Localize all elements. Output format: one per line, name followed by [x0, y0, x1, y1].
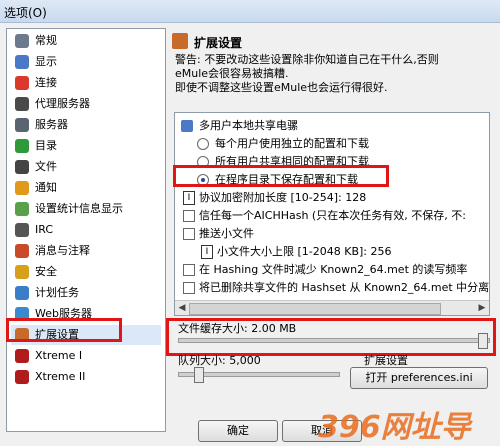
scroll-thumb[interactable]: [189, 303, 441, 315]
extension-icon: [172, 33, 188, 49]
sidebar-item-connection[interactable]: 连接: [11, 73, 161, 93]
ok-button[interactable]: 确定: [198, 420, 278, 442]
option-label: 协议加密附加长度 [10-254]: 128: [199, 191, 367, 204]
horizontal-scrollbar[interactable]: ◀ ▶: [175, 300, 489, 315]
scroll-right-icon[interactable]: ▶: [476, 302, 488, 314]
proxy-icon: [15, 97, 29, 111]
radio-label: 每个用户使用独立的配置和下载: [215, 137, 369, 150]
sidebar-item-security[interactable]: 安全: [11, 262, 161, 282]
sidebar-item-statistics[interactable]: 设置统计信息显示: [11, 199, 161, 219]
sidebar-item-directories[interactable]: 目录: [11, 136, 161, 156]
warning-text: 警告: 不要改动这些设置除非你知道自己在干什么,否则 eMule会很容易被搞糟.…: [175, 53, 495, 95]
sidebar-item-label: Xtreme I: [35, 349, 83, 362]
sidebar-item-label: 代理服务器: [35, 97, 90, 110]
sidebar-item-xtreme-1[interactable]: Xtreme I: [11, 346, 161, 366]
value-icon: I: [201, 245, 213, 259]
options-sidebar: 常规 显示 连接 代理服务器 服务器 目录 文件 通知 设置统计信息显示 IRC…: [6, 28, 166, 432]
sidebar-item-label: Xtreme II: [35, 370, 86, 383]
clock-icon: [15, 286, 29, 300]
extended-settings-label: 扩展设置: [364, 354, 408, 367]
highlight-box-sidebar: [6, 318, 122, 342]
sidebar-item-label: 设置统计信息显示: [35, 202, 123, 215]
sidebar-item-label: 目录: [35, 139, 57, 152]
queue-size-label: 队列大小: 5,000: [178, 354, 261, 367]
users-icon: [181, 120, 193, 132]
value-icon: I: [183, 191, 195, 205]
sidebar-item-label: 消息与注释: [35, 244, 90, 257]
option-label: 信任每一个AICHHash (只在本次任务有效, 不保存, 不:: [199, 209, 466, 222]
sidebar-item-messages[interactable]: 消息与注释: [11, 241, 161, 261]
sidebar-item-notifications[interactable]: 通知: [11, 178, 161, 198]
wrench-icon: [15, 34, 29, 48]
window-title: 选项(O): [4, 6, 47, 20]
checkbox[interactable]: [183, 264, 195, 276]
radio-button[interactable]: [197, 138, 209, 150]
checkbox[interactable]: [183, 228, 195, 240]
open-preferences-button[interactable]: 打开 preferences.ini: [350, 367, 488, 389]
sidebar-item-label: 通知: [35, 181, 57, 194]
checkbox[interactable]: [183, 282, 195, 294]
sidebar-item-label: 文件: [35, 160, 57, 173]
server-icon: [15, 118, 29, 132]
sidebar-item-server[interactable]: 服务器: [11, 115, 161, 135]
sidebar-item-irc[interactable]: IRC: [11, 220, 161, 240]
highlight-box-radio: [173, 165, 389, 187]
sidebar-item-proxy[interactable]: 代理服务器: [11, 94, 161, 114]
sidebar-item-general[interactable]: 常规: [11, 31, 161, 51]
sidebar-item-label: 安全: [35, 265, 57, 278]
queue-size-slider-thumb[interactable]: [194, 367, 204, 383]
sidebar-item-label: 连接: [35, 76, 57, 89]
sidebar-item-label: 服务器: [35, 118, 68, 131]
irc-icon: [15, 223, 29, 237]
xtreme-icon: [15, 349, 29, 363]
warning-line: 警告: 不要改动这些设置除非你知道自己在干什么,否则: [175, 53, 439, 66]
option-label: 推送小文件: [199, 227, 254, 240]
option-label: 在 Hashing 文件时减少 Known2_64.met 的读写频率: [199, 263, 468, 276]
highlight-box-buffer: [166, 318, 496, 356]
sidebar-item-label: IRC: [35, 223, 54, 236]
sidebar-item-files[interactable]: 文件: [11, 157, 161, 177]
sidebar-item-xtreme-2[interactable]: Xtreme II: [11, 367, 161, 387]
message-icon: [15, 244, 29, 258]
panel-header: 扩展设置: [172, 33, 492, 50]
monitor-icon: [15, 55, 29, 69]
warning-line: 即使不调整这些设置eMule也会运行得很好.: [175, 81, 388, 94]
group-label: 多用户本地共享电骡: [199, 119, 298, 132]
option-label: 将已删除共享文件的 Hashset 从 Known2_64.met 中分离: [199, 281, 490, 294]
sidebar-item-display[interactable]: 显示: [11, 52, 161, 72]
sidebar-item-scheduler[interactable]: 计划任务: [11, 283, 161, 303]
file-icon: [15, 160, 29, 174]
lock-icon: [15, 265, 29, 279]
sidebar-item-label: 计划任务: [35, 286, 79, 299]
watermark-logo: 396网址导: [318, 410, 471, 445]
option-label: 小文件大小上限 [1-2048 KB]: 256: [217, 245, 392, 258]
connection-icon: [15, 76, 29, 90]
panel-title: 扩展设置: [194, 36, 243, 50]
xtreme-icon: [15, 370, 29, 384]
extended-options-list[interactable]: 多用户本地共享电骡 每个用户使用独立的配置和下载 所有用户共享相同的配置和下载 …: [174, 112, 490, 316]
stats-icon: [15, 202, 29, 216]
window-title-bar: 选项(O): [0, 0, 500, 23]
scroll-left-icon[interactable]: ◀: [176, 302, 188, 314]
warning-line: eMule会很容易被搞糟.: [175, 67, 289, 80]
bell-icon: [15, 181, 29, 195]
sidebar-item-label: 常规: [35, 34, 57, 47]
folder-icon: [15, 139, 29, 153]
sidebar-item-label: 显示: [35, 55, 57, 68]
checkbox[interactable]: [183, 210, 195, 222]
